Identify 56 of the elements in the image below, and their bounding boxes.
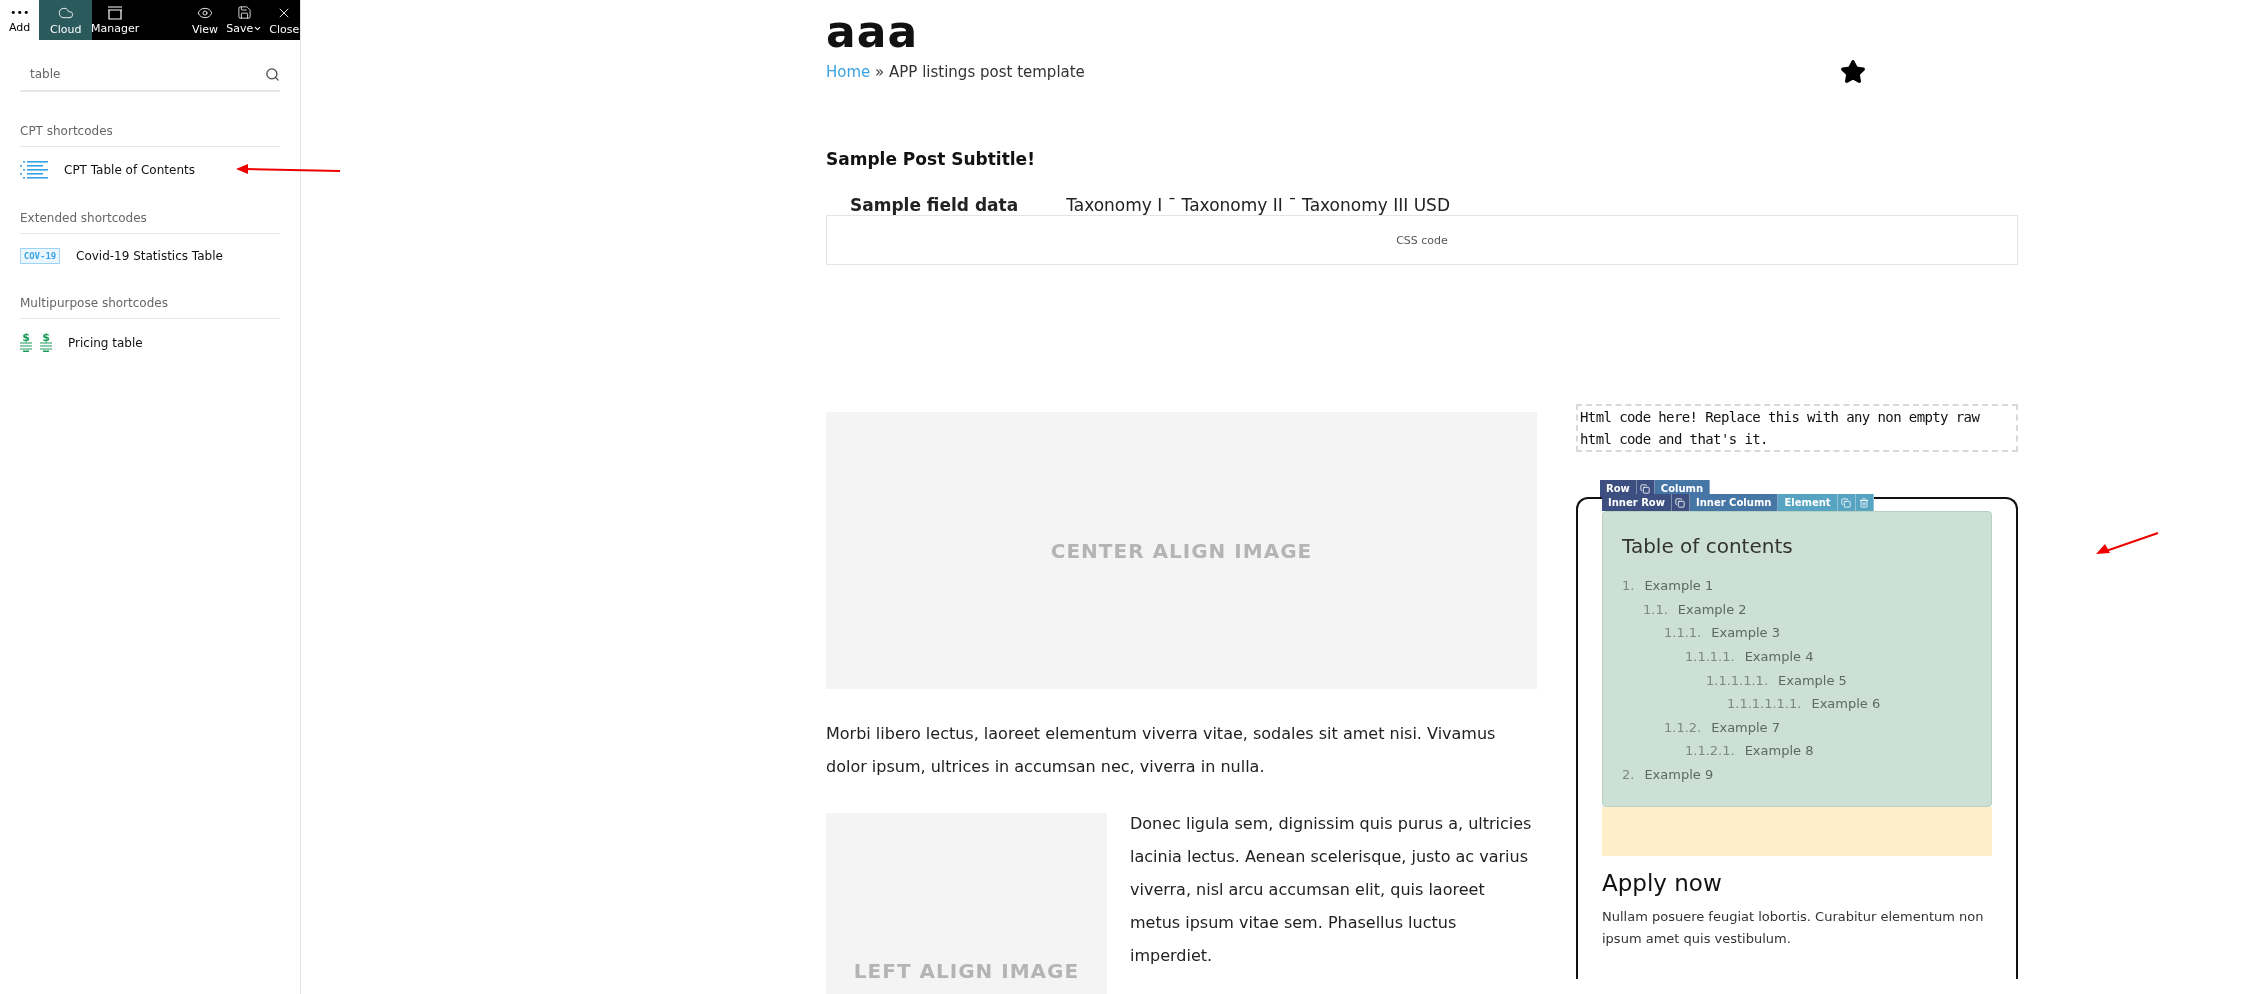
image-area: LEFT ALIGN IMAGE <box>826 813 1107 994</box>
toolbar-button[interactable]: Cloud <box>39 0 93 40</box>
builder-tab[interactable]: Inner Column <box>1689 494 1779 511</box>
home-link[interactable]: Home <box>826 63 871 81</box>
add-button[interactable]: ••• Add <box>0 0 40 40</box>
item-number: 1.1.1. <box>1664 625 1702 641</box>
copy-icon[interactable] <box>1640 483 1651 494</box>
field-label: Sample field data <box>850 195 1019 215</box>
toc-link[interactable]: Example 6 <box>1811 696 1881 712</box>
shortcode-item[interactable]: $ $ Pricing table <box>20 333 280 352</box>
item-number: 1.1.2.1. <box>1685 743 1735 759</box>
trash-icon[interactable] <box>1859 497 1870 508</box>
copy-icon[interactable] <box>1675 497 1686 508</box>
group-heading: Extended shortcodes <box>20 211 280 234</box>
toc-link[interactable]: Example 2 <box>1677 601 1747 617</box>
paragraph: Morbi libero lectus, laoreet elementum viverra vitae, sodales sit amet nisi. Vivamus dolor ipsum, ultrices in accumsan nec, viverra in nulla. <box>826 723 1497 778</box>
item-number: 1.1.1.1.1. <box>1706 672 1769 688</box>
breadcrumb: Home » APP listings post template <box>826 63 1085 81</box>
item-badge: COV-19 <box>20 248 60 264</box>
toc-link[interactable]: Example 1 <box>1644 578 1714 594</box>
html-code-box: Html code here! Replace this with any non empty raw html code and that's it. <box>1576 404 2018 452</box>
item-number: 1.1.1.1.1.1. <box>1727 696 1802 712</box>
toc-link[interactable]: Example 7 <box>1711 719 1781 735</box>
section-heading: Apply now <box>1602 870 1723 897</box>
toc-link[interactable]: Example 5 <box>1778 672 1847 688</box>
item-number: 1. <box>1622 578 1635 594</box>
item-number: 2. <box>1622 767 1635 783</box>
caret-icon <box>253 24 263 33</box>
annotation-arrow <box>2096 531 2160 557</box>
toc-title: Table of contents <box>1622 534 1794 558</box>
group-heading: CPT shortcodes <box>20 124 280 147</box>
star-icon[interactable] <box>1840 59 1866 85</box>
frame-icon <box>107 5 124 20</box>
item-number: 1.1.2. <box>1664 719 1702 735</box>
toc-link[interactable]: Example 3 <box>1711 625 1781 641</box>
builder-tab[interactable]: Element <box>1778 494 1838 511</box>
toc-link[interactable]: Example 4 <box>1744 649 1814 665</box>
shortcode-item[interactable]: COV-19 Covid-19 Statistics Table <box>20 248 280 264</box>
save-icon <box>236 5 252 20</box>
builder-tab[interactable]: Inner Row <box>1602 494 1672 511</box>
group-heading: Multipurpose shortcodes <box>20 296 280 319</box>
paragraph: Donec ligula sem, dignissim quis purus a, ultricies lacinia lectus. Aenean scelerisque, justo ac varius viverra, nisl arcu accumsan elit, quis laoreet metus ipsum vitae sem. Phasellus luctus imperdiet. <box>1130 813 1533 967</box>
paragraph: Nullam posuere feugiat lobortis. Curabitur elementum non ipsum amet quis vestibulum. <box>1602 908 1985 949</box>
item-number: 1.1.1.1. <box>1685 649 1735 665</box>
post-subtitle: Sample Post Subtitle! <box>826 149 1036 169</box>
page-title: aaa <box>826 6 920 57</box>
search-icon[interactable] <box>265 66 280 82</box>
list-icon <box>20 161 48 179</box>
item-number: 1.1. <box>1643 601 1668 617</box>
field-value: Taxonomy I ¯ Taxonomy II ¯ Taxonomy III USD <box>1066 195 1450 215</box>
css-code-box: CSS code <box>826 215 2018 265</box>
search-field[interactable]: table <box>28 66 232 82</box>
image-area: CENTER ALIGN IMAGE <box>826 412 1537 689</box>
shortcode-item[interactable]: CPT Table of Contents <box>20 161 280 179</box>
toc-link[interactable]: Example 9 <box>1644 767 1714 783</box>
toc-link[interactable]: Example 8 <box>1744 743 1814 759</box>
